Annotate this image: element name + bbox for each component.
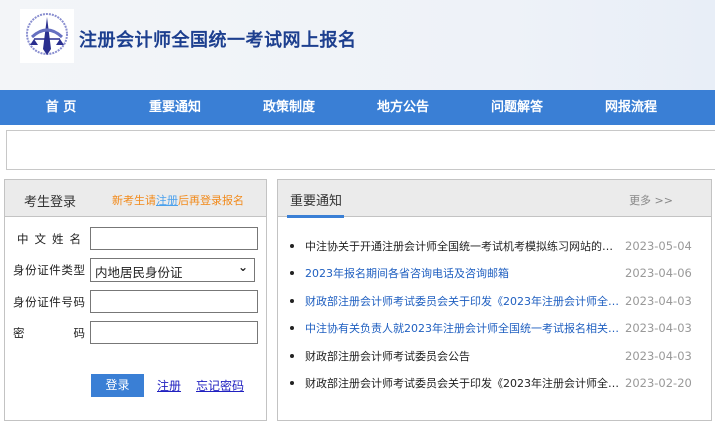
notice-title[interactable]: 财政部注册会计师考试委员会关于印发《2023年注册会计师全国统一考试报名简章》的… (305, 293, 623, 309)
login-button[interactable]: 登录 (91, 374, 144, 397)
register-link[interactable]: 注册 (157, 377, 181, 394)
active-tab-indicator (287, 215, 344, 218)
register-note: 新考生请注册后再登录报名 (112, 192, 244, 208)
login-panel: 考生登录 新考生请注册后再登录报名 中文姓名 身份证件类型 内地居民身份证 ⌄ 身… (4, 179, 267, 421)
notices-header: 重要通知 更多 >> (278, 180, 711, 218)
notice-date: 2023-02-20 (625, 376, 692, 391)
notice-title[interactable]: 中注协关于开通注册会计师全国统一考试机考模拟练习网站的公告 (305, 238, 623, 254)
note-text: 新考生请 (112, 194, 156, 207)
note-register-link[interactable]: 注册 (156, 194, 178, 207)
site-title: 注册会计师全国统一考试网上报名 (79, 30, 357, 51)
nav-notices[interactable]: 重要通知 (118, 90, 232, 125)
name-input[interactable] (90, 227, 258, 250)
bullet-icon (290, 326, 294, 331)
nav-policies[interactable]: 政策制度 (232, 90, 346, 125)
name-label: 中文姓名 (17, 231, 81, 246)
name-row: 中文姓名 (17, 227, 258, 250)
forgot-password-link[interactable]: 忘记密码 (196, 377, 244, 394)
bullet-icon (290, 298, 294, 303)
notices-panel: 重要通知 更多 >> 中注协关于开通注册会计师全国统一考试机考模拟练习网站的公告… (277, 179, 712, 421)
notice-item: 中注协有关负责人就2023年注册会计师全国统一考试报名相关问题答记者问2023-… (290, 315, 700, 343)
notice-item: 财政部注册会计师考试委员会关于印发《2023年注册会计师全国统一考试报名简章》的… (290, 287, 700, 315)
bullet-icon (290, 381, 294, 386)
logo (20, 9, 74, 63)
login-title: 考生登录 (24, 195, 77, 210)
notice-date: 2023-05-04 (625, 238, 692, 253)
idnum-input[interactable] (90, 290, 258, 313)
bullet-icon (290, 243, 294, 248)
notice-title[interactable]: 财政部注册会计师考试委员会关于印发《2023年注册会计师全国统一考试报名简章》的… (305, 375, 623, 391)
idtype-label: 身份证件类型 (13, 263, 85, 277)
note-text: 后再登录报名 (178, 194, 244, 207)
notice-title[interactable]: 财政部注册会计师考试委员会公告 (305, 348, 623, 364)
main-nav: 首 页 重要通知 政策制度 地方公告 问题解答 网报流程 (0, 90, 715, 125)
nav-local-announcements[interactable]: 地方公告 (346, 90, 460, 125)
more-link[interactable]: 更多 >> (629, 192, 673, 208)
password-label: 密码 (13, 325, 85, 340)
notice-item: 2023年报名期间各省咨询电话及咨询邮箱 2023-04-06 (290, 260, 700, 288)
login-header: 考生登录 新考生请注册后再登录报名 (5, 180, 266, 217)
notice-date: 2023-04-03 (625, 321, 692, 336)
idtype-value: 内地居民身份证 (95, 265, 183, 280)
idtype-select[interactable]: 内地居民身份证 ⌄ (90, 258, 255, 282)
notice-list: 中注协关于开通注册会计师全国统一考试机考模拟练习网站的公告 2023-05-04 2… (290, 232, 700, 397)
nav-home[interactable]: 首 页 (4, 90, 118, 125)
chevron-down-icon: ⌄ (237, 260, 248, 274)
bullet-icon (290, 271, 294, 276)
notice-date: 2023-04-03 (625, 293, 692, 308)
nav-faq[interactable]: 问题解答 (460, 90, 574, 125)
notice-title[interactable]: 中注协有关负责人就2023年注册会计师全国统一考试报名相关问题答记者问 (305, 320, 623, 336)
notice-item: 财政部注册会计师考试委员会公告 2023-04-03 (290, 342, 700, 370)
notice-title[interactable]: 2023年报名期间各省咨询电话及咨询邮箱 (305, 265, 623, 281)
logo-emblem-icon (26, 13, 68, 55)
notice-item: 财政部注册会计师考试委员会关于印发《2023年注册会计师全国统一考试报名简章》的… (290, 370, 700, 398)
notice-date: 2023-04-03 (625, 348, 692, 363)
notice-date: 2023-04-06 (625, 266, 692, 281)
nav-process[interactable]: 网报流程 (574, 90, 688, 125)
idnum-row: 身份证件号码 (13, 290, 258, 313)
password-row: 密码 (13, 321, 258, 344)
bullet-icon (290, 353, 294, 358)
idtype-row: 身份证件类型 内地居民身份证 ⌄ (13, 258, 255, 282)
notices-title: 重要通知 (290, 194, 343, 209)
banner-area (6, 130, 715, 170)
idnum-label: 身份证件号码 (13, 294, 85, 309)
header: 注册会计师全国统一考试网上报名 (0, 0, 715, 90)
notice-item: 中注协关于开通注册会计师全国统一考试机考模拟练习网站的公告 2023-05-04 (290, 232, 700, 260)
password-input[interactable] (90, 321, 258, 344)
